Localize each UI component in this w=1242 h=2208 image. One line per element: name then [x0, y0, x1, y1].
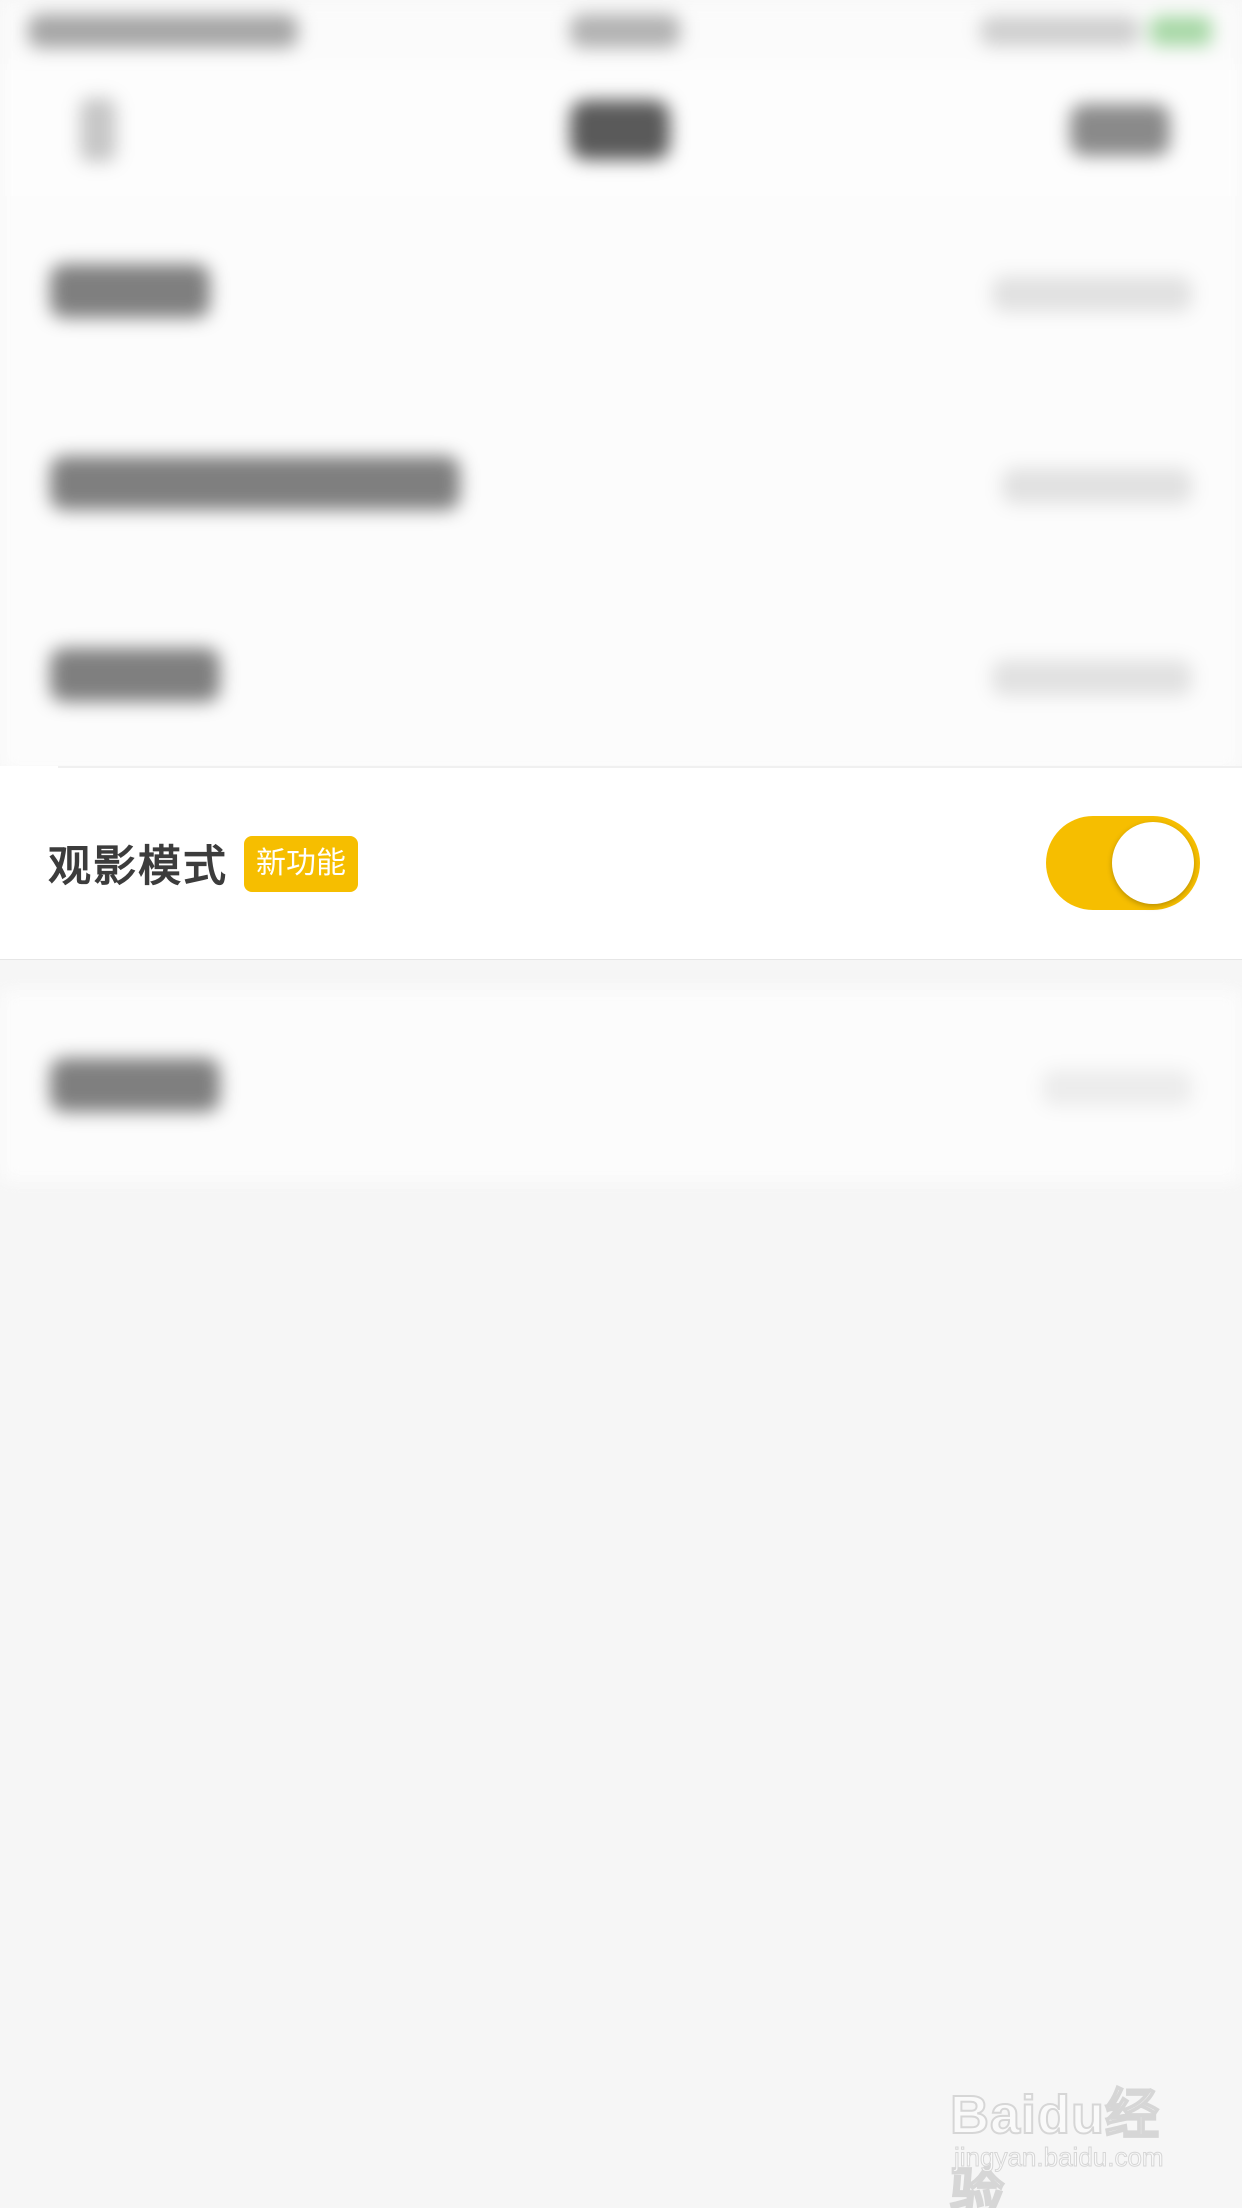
new-feature-badge: 新功能 [244, 836, 358, 892]
watermark-url: jingyan.baidu.com [954, 2142, 1165, 2173]
status-time-blur [570, 14, 680, 48]
watermark-logo: Baidu经验 [949, 2084, 1161, 2208]
baidu-jingyan-watermark: Baidu经验 jingyan.baidu.com [949, 2070, 1180, 2208]
status-bar [0, 0, 1242, 64]
navigation-bar [0, 64, 1242, 196]
settings-row-blur-3[interactable] [0, 580, 1242, 772]
row-divider [58, 766, 1242, 768]
battery-icon [1150, 16, 1212, 46]
settings-row-blur-4[interactable] [0, 990, 1242, 1182]
viewing-mode-toggle[interactable] [1046, 816, 1200, 910]
nav-title-blur [570, 100, 670, 160]
blurred-background [0, 0, 1242, 1200]
viewing-mode-label: 观影模式 [48, 842, 228, 892]
settings-row-blur-2[interactable] [0, 388, 1242, 580]
viewing-mode-row: 观影模式 新功能 [0, 766, 1242, 960]
toggle-knob [1112, 822, 1194, 904]
settings-row-blur-1[interactable] [0, 196, 1242, 388]
settings-screen: 观影模式 新功能 Baidu经验 jingyan.baidu.com [0, 0, 1242, 2208]
back-icon[interactable] [80, 98, 116, 162]
nav-right-button-blur[interactable] [1070, 104, 1170, 156]
status-carrier-blur [28, 14, 298, 48]
status-icons-blur [980, 16, 1140, 46]
